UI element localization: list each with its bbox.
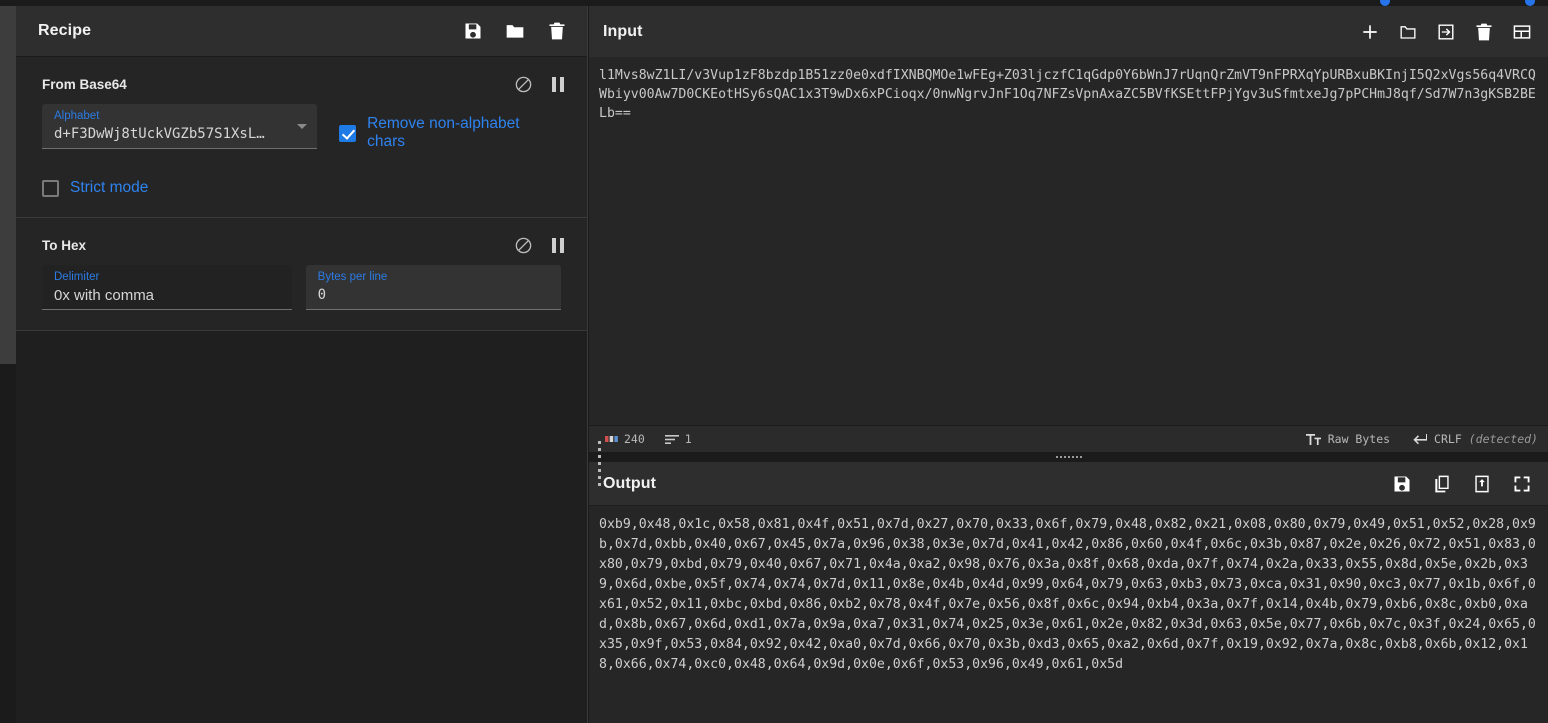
strict-mode-label: Strict mode [70, 179, 149, 196]
copy-icon[interactable] [1432, 474, 1452, 494]
checkbox-box[interactable] [339, 124, 357, 142]
add-tab-icon[interactable] [1360, 22, 1380, 42]
io-splitter[interactable] [589, 452, 1548, 462]
alphabet-field[interactable]: Alphabet d+F3DwWj8tUckVGZb57S1XsL… [42, 104, 318, 149]
delimiter-value: 0x with comma [54, 287, 155, 304]
operation-body: Delimiter 0x with comma Bytes per line 0 [16, 265, 587, 310]
trash-icon[interactable] [547, 21, 567, 41]
operation-body: Alphabet d+F3DwWj8tUckVGZb57S1XsL… Remov… [16, 104, 587, 197]
to-hex-args-row: Delimiter 0x with comma Bytes per line 0 [42, 265, 561, 310]
recipe-header: Recipe [16, 6, 587, 57]
chevron-down-icon[interactable] [297, 124, 308, 129]
input-encoding-value: Raw Bytes [1327, 432, 1391, 446]
output-header-icons [1392, 474, 1532, 494]
remove-non-alphabet-chars-label: Remove non-alphabet chars [367, 115, 520, 150]
recipe-pane: Recipe From Base64 Alphabet d+F3DwWj8tUc… [16, 6, 588, 723]
io-column: Input l1Mvs8wZ1LI/v3Vup1zF8bzdp1B51zz0e0… [589, 6, 1548, 723]
pause-icon[interactable] [551, 237, 565, 254]
input-status-right: Raw Bytes CRLF (detected) [1305, 432, 1542, 446]
recipe-header-icons [463, 21, 567, 41]
checkbox-box[interactable] [42, 179, 59, 197]
input-line-ending-selector[interactable]: CRLF (detected) [1412, 432, 1538, 446]
input-textarea[interactable]: l1Mvs8wZ1LI/v3Vup1zF8bzdp1B51zz0e0xdfIXN… [589, 57, 1548, 425]
input-lines-group: 1 [664, 432, 692, 446]
disable-icon[interactable] [514, 236, 533, 255]
abc-icon [605, 436, 618, 442]
remove-non-alphabet-chars-checkbox[interactable]: Remove non-alphabet chars [339, 115, 561, 151]
operation-header: From Base64 [16, 57, 587, 104]
pause-icon[interactable] [551, 76, 565, 93]
left-edge-grip[interactable] [598, 441, 601, 486]
input-line-ending-note: (detected) [1468, 432, 1538, 446]
return-icon [1413, 434, 1428, 445]
delimiter-label: Delimiter [54, 271, 100, 283]
input-length-group: 240 [605, 432, 645, 446]
output-header: Output [589, 462, 1548, 506]
delimiter-field[interactable]: Delimiter 0x with comma [42, 265, 292, 310]
maximise-icon[interactable] [1512, 474, 1532, 494]
reset-layout-icon[interactable] [1512, 22, 1532, 42]
alphabet-label: Alphabet [54, 110, 100, 122]
operation-to-hex[interactable]: To Hex Delimiter 0x with comma Bytes per… [16, 218, 587, 331]
input-lines-value: 1 [684, 432, 692, 446]
open-input-icon[interactable] [1436, 22, 1456, 42]
input-length-value: 240 [624, 432, 645, 446]
alphabet-value: d+F3DwWj8tUckVGZb57S1XsL… [54, 126, 265, 142]
alphabet-row: Alphabet d+F3DwWj8tUckVGZb57S1XsL… Remov… [42, 104, 561, 151]
input-text: l1Mvs8wZ1LI/v3Vup1zF8bzdp1B51zz0e0xdfIXN… [599, 68, 1536, 121]
open-folder-icon[interactable] [1398, 22, 1418, 42]
input-title: Input [603, 22, 643, 40]
bytes-per-line-value: 0 [317, 287, 327, 303]
operation-title: To Hex [42, 238, 87, 253]
operation-controls [514, 236, 565, 255]
bytes-per-line-field[interactable]: Bytes per line 0 [305, 265, 561, 310]
output-text: 0xb9,0x48,0x1c,0x58,0x81,0x4f,0x51,0x7d,… [599, 517, 1536, 672]
output-panel: Output 0xb9,0x48,0x1c,0x58,0x81,0x4f,0x5… [589, 462, 1548, 723]
operation-title: From Base64 [42, 77, 127, 92]
output-textarea[interactable]: 0xb9,0x48,0x1c,0x58,0x81,0x4f,0x51,0x7d,… [589, 506, 1548, 723]
font-icon [1305, 433, 1321, 445]
bytes-per-line-label: Bytes per line [317, 271, 388, 283]
input-header-icons [1360, 22, 1532, 42]
folder-icon[interactable] [505, 21, 525, 41]
lines-icon [664, 434, 679, 444]
operation-from-base64[interactable]: From Base64 Alphabet d+F3DwWj8tUckVGZb57… [16, 57, 587, 218]
left-rail-lower [0, 364, 16, 723]
recipe-title: Recipe [38, 22, 92, 39]
left-rail [0, 0, 16, 723]
input-panel: Input l1Mvs8wZ1LI/v3Vup1zF8bzdp1B51zz0e0… [589, 6, 1548, 452]
splitter-grip [1055, 456, 1082, 458]
input-status-bar: 240 1 Raw Bytes CRLF (detected) [589, 425, 1548, 452]
replace-input-icon[interactable] [1472, 474, 1492, 494]
input-encoding-selector[interactable]: Raw Bytes [1305, 432, 1391, 446]
save-icon[interactable] [463, 21, 483, 41]
input-line-ending-value: CRLF [1434, 432, 1462, 446]
left-rail-upper[interactable] [0, 6, 16, 364]
input-header: Input [589, 6, 1548, 57]
operation-controls [514, 75, 565, 94]
save-output-icon[interactable] [1392, 474, 1412, 494]
clear-io-icon[interactable] [1474, 22, 1494, 42]
output-title: Output [603, 474, 657, 492]
disable-icon[interactable] [514, 75, 533, 94]
strict-mode-checkbox[interactable]: Strict mode [42, 179, 561, 197]
operation-header: To Hex [16, 218, 587, 265]
